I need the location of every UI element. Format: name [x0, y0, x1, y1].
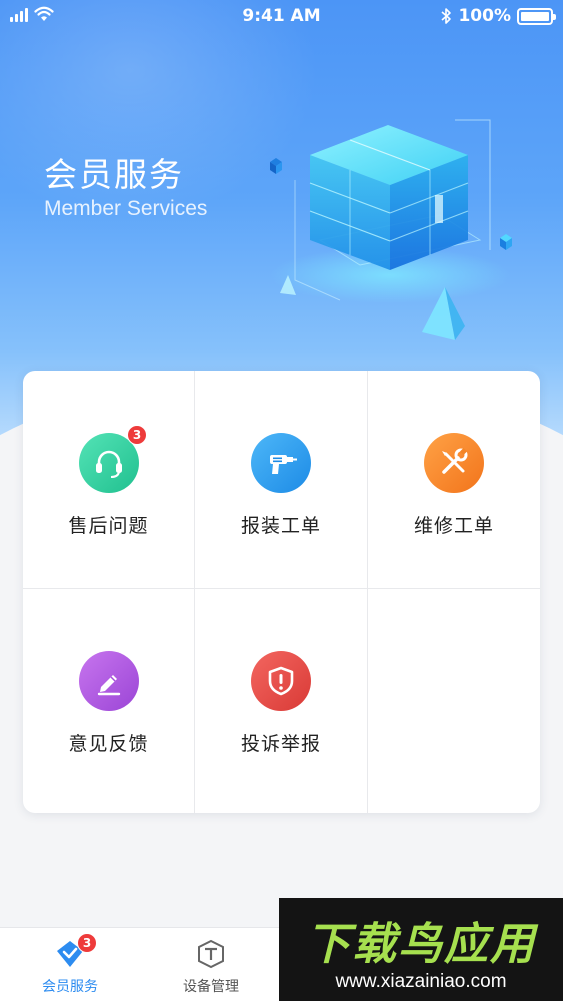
page-title: 会员服务 — [44, 155, 184, 194]
service-label: 维修工单 — [413, 515, 494, 537]
service-label: 投诉举报 — [240, 733, 321, 755]
service-install-order[interactable]: 报装工单 — [195, 371, 368, 589]
watermark: 下载鸟应用 www.xiazainiao.com — [279, 898, 563, 1001]
status-bar: 9:41 AM 100% — [0, 0, 563, 32]
watermark-title: 下载鸟应用 — [306, 919, 536, 970]
service-after-sales[interactable]: 3 售后问题 — [23, 371, 195, 589]
empty-cell — [368, 589, 540, 813]
tab-label: 会员服务 — [42, 979, 98, 995]
wrench-screwdriver-icon — [424, 433, 484, 493]
service-complaint[interactable]: 投诉举报 — [195, 589, 368, 813]
shield-alert-icon — [251, 651, 311, 711]
service-label: 售后问题 — [68, 515, 149, 537]
drill-icon — [251, 433, 311, 493]
page-subtitle: Member Services — [44, 197, 208, 220]
service-feedback[interactable]: 意见反馈 — [23, 589, 195, 813]
cube-illustration — [270, 119, 512, 340]
bluetooth-icon — [441, 8, 452, 24]
battery-percent: 100% — [458, 6, 511, 26]
tab-badge: 3 — [77, 933, 97, 953]
pencil-icon — [78, 651, 139, 711]
service-label: 报装工单 — [240, 515, 321, 537]
tab-device-management[interactable]: 设备管理 — [141, 928, 281, 1001]
tab-member-services[interactable]: 3 会员服务 — [0, 928, 140, 1001]
status-right: 100% — [440, 6, 556, 26]
service-repair-order[interactable]: 维修工单 — [368, 371, 540, 589]
tab-label: 设备管理 — [183, 979, 239, 995]
battery-icon — [517, 7, 556, 25]
service-label: 意见反馈 — [68, 733, 149, 755]
watermark-url: www.xiazainiao.com — [335, 971, 507, 992]
service-grid: 3 售后问题 报装工单 维修工单 意见反馈 投诉举报 — [23, 371, 540, 813]
device-manage-icon — [198, 939, 224, 969]
after-sales-badge: 3 — [127, 425, 147, 445]
